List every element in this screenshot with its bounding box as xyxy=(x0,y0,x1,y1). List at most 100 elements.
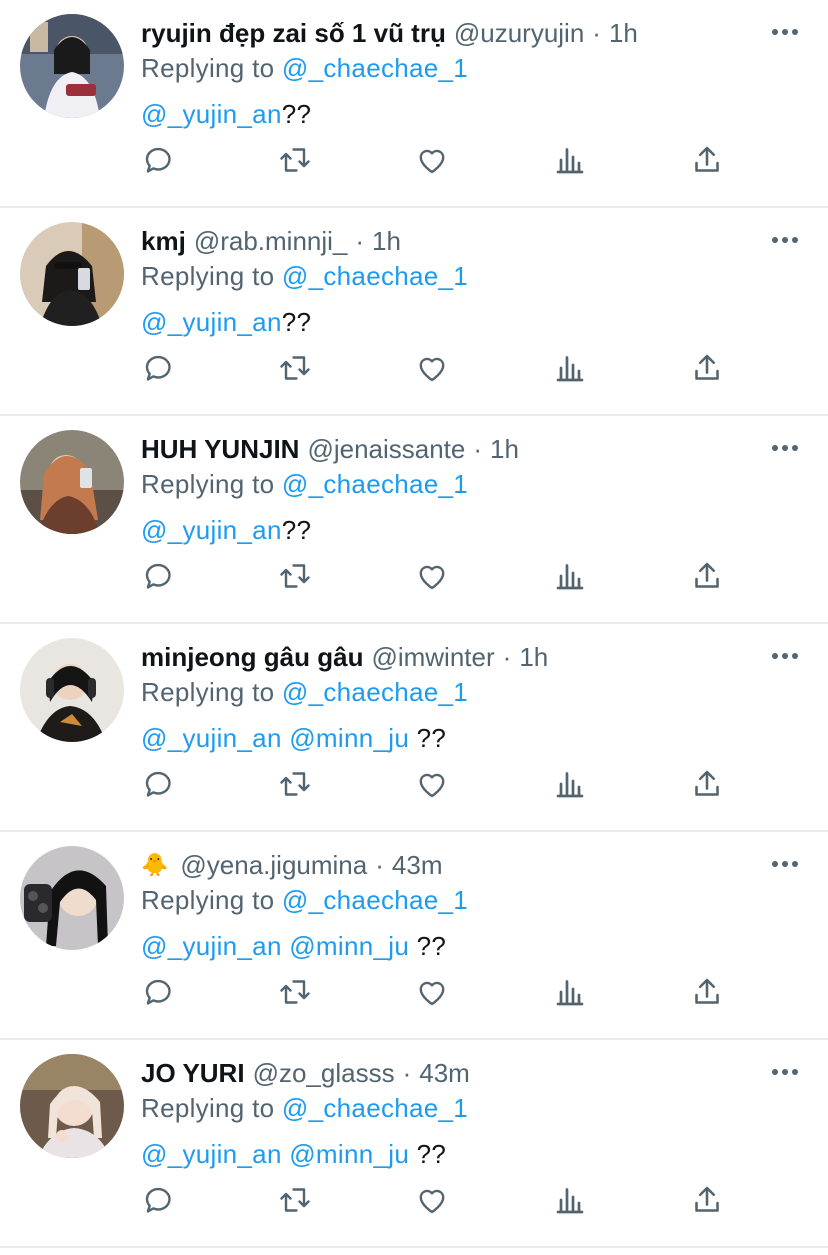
retweet-icon[interactable] xyxy=(277,142,313,178)
replying-to-link[interactable]: @_chaechae_1 xyxy=(282,1093,468,1123)
views-icon[interactable] xyxy=(552,350,588,386)
replying-to-label: Replying to xyxy=(141,1093,275,1123)
display-name[interactable]: JO YURI xyxy=(141,1055,245,1091)
like-icon[interactable] xyxy=(414,974,450,1010)
display-name[interactable]: ryujin đẹp zai số 1 vũ trụ xyxy=(141,15,446,51)
user-handle[interactable]: @zo_glasss xyxy=(253,1055,395,1091)
like-icon[interactable] xyxy=(414,1182,450,1218)
timestamp[interactable]: 1h xyxy=(519,639,548,675)
avatar[interactable] xyxy=(20,1054,124,1158)
replying-to: Replying to @_chaechae_1 xyxy=(141,885,468,915)
timestamp[interactable]: 1h xyxy=(372,223,401,259)
share-icon[interactable] xyxy=(689,558,725,594)
mention-links[interactable]: @_yujin_an @minn_ju xyxy=(141,1139,409,1169)
timestamp[interactable]: 1h xyxy=(609,15,638,51)
more-icon[interactable] xyxy=(772,1062,798,1082)
mention-links[interactable]: @_yujin_an @minn_ju xyxy=(141,931,409,961)
display-name[interactable]: kmj xyxy=(141,223,186,259)
timestamp[interactable]: 1h xyxy=(490,431,519,467)
share-icon[interactable] xyxy=(689,350,725,386)
display-name[interactable]: 🐥 xyxy=(141,847,168,883)
retweet-icon[interactable] xyxy=(277,558,313,594)
more-icon[interactable] xyxy=(772,646,798,666)
avatar[interactable] xyxy=(20,14,124,118)
reply-icon[interactable] xyxy=(141,974,177,1010)
tweet-text: @_yujin_an?? xyxy=(141,307,311,337)
user-handle[interactable]: @rab.minnji_ xyxy=(194,223,348,259)
separator-dot: · xyxy=(473,434,483,464)
views-icon[interactable] xyxy=(552,558,588,594)
avatar[interactable] xyxy=(20,222,124,326)
tweet-text: @_yujin_an @minn_ju ?? xyxy=(141,723,446,753)
like-icon[interactable] xyxy=(414,350,450,386)
retweet-icon[interactable] xyxy=(277,1182,313,1218)
user-handle[interactable]: @uzuryujin xyxy=(454,15,584,51)
tweet[interactable]: JO YURI @zo_glasss · 43m Replying to @_c… xyxy=(0,1040,828,1248)
more-icon[interactable] xyxy=(772,230,798,250)
user-handle[interactable]: @yena.jigumina xyxy=(180,847,367,883)
replying-to-link[interactable]: @_chaechae_1 xyxy=(282,677,468,707)
share-icon[interactable] xyxy=(689,974,725,1010)
reply-icon[interactable] xyxy=(141,1182,177,1218)
views-icon[interactable] xyxy=(552,1182,588,1218)
replying-to-link[interactable]: @_chaechae_1 xyxy=(282,261,468,291)
replying-to: Replying to @_chaechae_1 xyxy=(141,677,468,707)
views-icon[interactable] xyxy=(552,974,588,1010)
replying-to: Replying to @_chaechae_1 xyxy=(141,1093,468,1123)
separator-dot: · xyxy=(355,226,365,256)
replying-to-label: Replying to xyxy=(141,53,275,83)
separator-dot: · xyxy=(502,642,512,672)
reply-icon[interactable] xyxy=(141,350,177,386)
retweet-icon[interactable] xyxy=(277,350,313,386)
like-icon[interactable] xyxy=(414,142,450,178)
replying-to: Replying to @_chaechae_1 xyxy=(141,469,468,499)
replying-to-link[interactable]: @_chaechae_1 xyxy=(282,53,468,83)
avatar-image xyxy=(20,430,124,534)
views-icon[interactable] xyxy=(552,766,588,802)
tweet[interactable]: minjeong gâu gâu @imwinter · 1h Replying… xyxy=(0,624,828,832)
reply-icon[interactable] xyxy=(141,558,177,594)
retweet-icon[interactable] xyxy=(277,974,313,1010)
avatar[interactable] xyxy=(20,638,124,742)
avatar-image xyxy=(20,638,124,742)
user-handle[interactable]: @imwinter xyxy=(371,639,494,675)
share-icon[interactable] xyxy=(689,142,725,178)
reply-icon[interactable] xyxy=(141,766,177,802)
display-name[interactable]: HUH YUNJIN xyxy=(141,431,299,467)
tweet-text-trail: ?? xyxy=(281,515,312,545)
tweet[interactable]: HUH YUNJIN @jenaissante · 1h Replying to… xyxy=(0,416,828,624)
mention-links[interactable]: @_yujin_an xyxy=(141,99,282,129)
separator-dot: · xyxy=(402,1058,412,1088)
timestamp[interactable]: 43m xyxy=(419,1055,470,1091)
tweet-actions xyxy=(141,766,731,806)
share-icon[interactable] xyxy=(689,766,725,802)
tweet-header: HUH YUNJIN @jenaissante · 1h xyxy=(141,431,519,467)
like-icon[interactable] xyxy=(414,558,450,594)
more-icon[interactable] xyxy=(772,22,798,42)
tweet-header: 🐥 @yena.jigumina · 43m xyxy=(141,847,442,883)
share-icon[interactable] xyxy=(689,1182,725,1218)
timestamp[interactable]: 43m xyxy=(392,847,443,883)
mention-links[interactable]: @_yujin_an @minn_ju xyxy=(141,723,409,753)
views-icon[interactable] xyxy=(552,142,588,178)
more-icon[interactable] xyxy=(772,438,798,458)
mention-links[interactable]: @_yujin_an xyxy=(141,515,282,545)
avatar[interactable] xyxy=(20,430,124,534)
replying-to-link[interactable]: @_chaechae_1 xyxy=(282,469,468,499)
avatar[interactable] xyxy=(20,846,124,950)
tweet-text-trail: ?? xyxy=(409,931,447,961)
display-name[interactable]: minjeong gâu gâu xyxy=(141,639,363,675)
tweet[interactable]: 🐥 @yena.jigumina · 43m Replying to @_cha… xyxy=(0,832,828,1040)
replies-feed: ryujin đẹp zai số 1 vũ trụ @uzuryujin · … xyxy=(0,0,828,1255)
like-icon[interactable] xyxy=(414,766,450,802)
tweet[interactable]: ryujin đẹp zai số 1 vũ trụ @uzuryujin · … xyxy=(0,0,828,208)
tweet[interactable]: kmj @rab.minnji_ · 1h Replying to @_chae… xyxy=(0,208,828,416)
user-handle[interactable]: @jenaissante xyxy=(307,431,465,467)
tweet-actions xyxy=(141,142,731,182)
reply-icon[interactable] xyxy=(141,142,177,178)
retweet-icon[interactable] xyxy=(277,766,313,802)
tweet-header: kmj @rab.minnji_ · 1h xyxy=(141,223,401,259)
more-icon[interactable] xyxy=(772,854,798,874)
mention-links[interactable]: @_yujin_an xyxy=(141,307,282,337)
replying-to-link[interactable]: @_chaechae_1 xyxy=(282,885,468,915)
